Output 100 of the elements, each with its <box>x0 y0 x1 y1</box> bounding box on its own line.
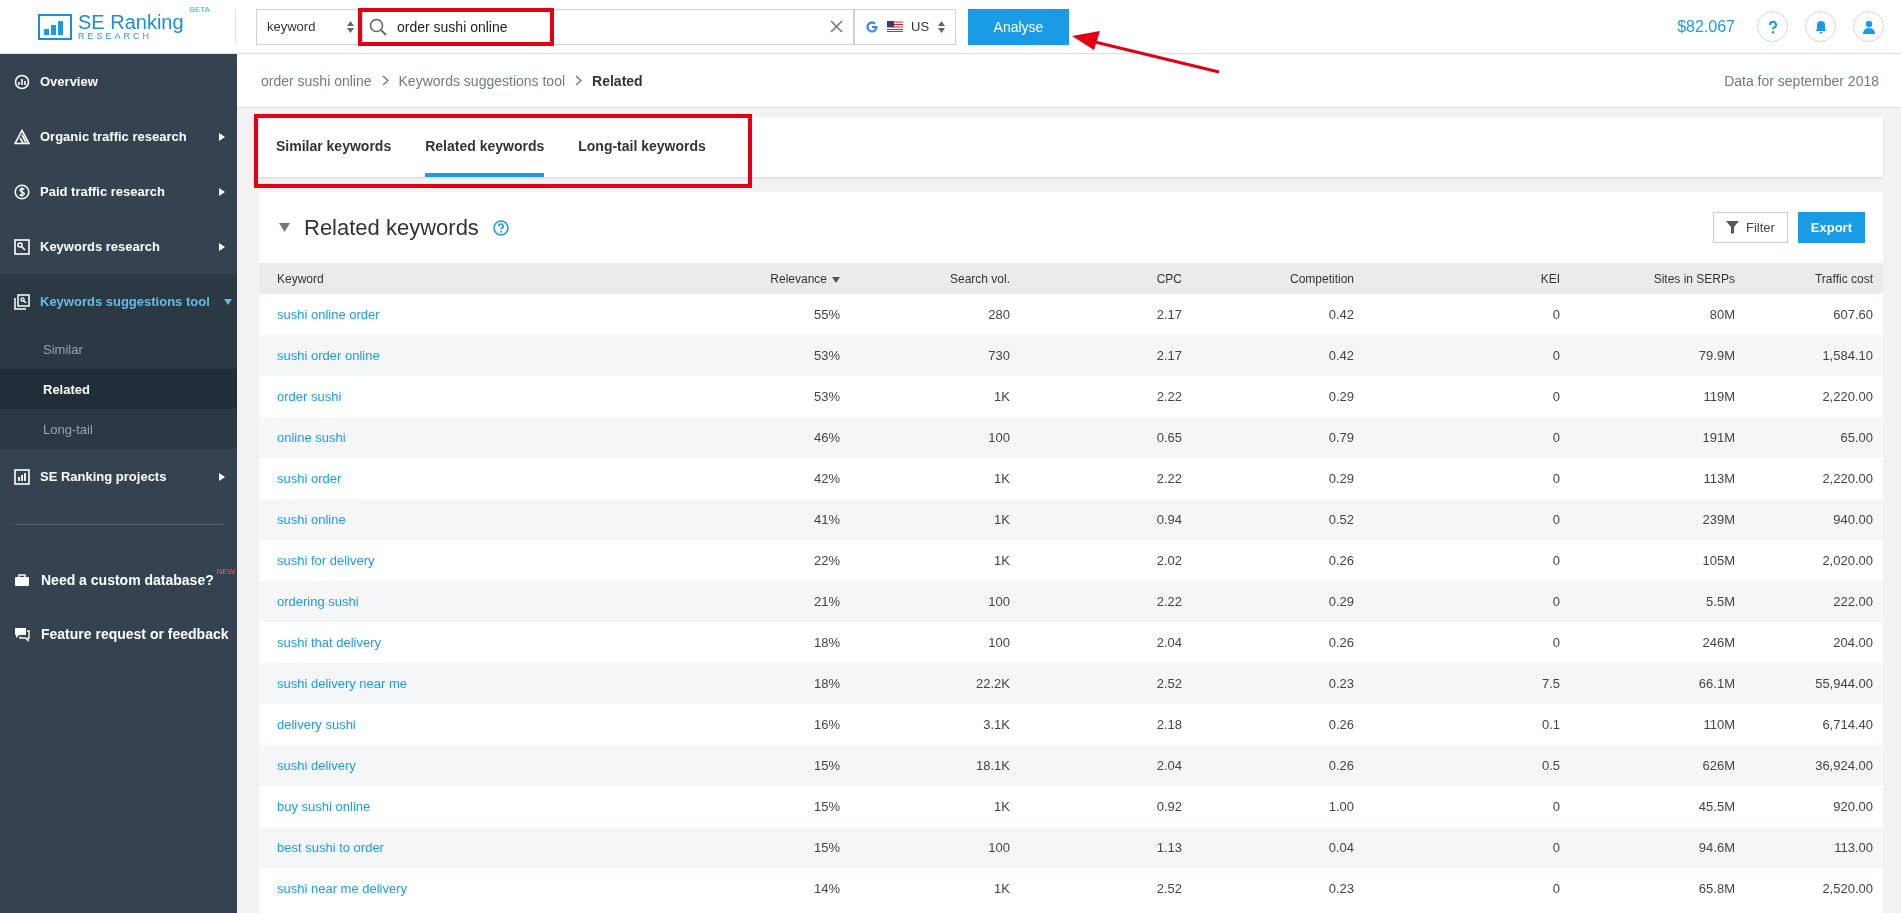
table-cell: 15% <box>709 786 850 827</box>
table-cell: 66.1M <box>1570 663 1745 704</box>
updown-arrows-icon <box>347 20 354 33</box>
column-header[interactable]: CPC <box>1020 263 1192 294</box>
tab[interactable]: Related keywords <box>425 118 545 177</box>
table-cell: 1K <box>850 499 1020 540</box>
table-cell: 0.29 <box>1192 376 1364 417</box>
table-cell: 0.1 <box>1364 704 1570 745</box>
table-cell: 0.26 <box>1192 540 1364 581</box>
data-date: Data for september 2018 <box>1724 72 1879 89</box>
sidebar-item[interactable]: Organic traffic research <box>0 109 237 164</box>
table-cell: 920.00 <box>1745 786 1883 827</box>
table-cell: 2,220.00 <box>1745 458 1883 499</box>
table-cell: 105M <box>1570 540 1745 581</box>
table-cell: 2,020.00 <box>1745 540 1883 581</box>
sort-icon <box>832 276 840 283</box>
sidebar-item[interactable]: Overview <box>0 54 237 109</box>
notifications-button[interactable] <box>1805 11 1836 42</box>
column-header[interactable]: Traffic cost <box>1745 263 1883 294</box>
table-cell: 0.42 <box>1192 294 1364 335</box>
table-cell: 0 <box>1364 622 1570 663</box>
table-cell: 2.52 <box>1020 663 1192 704</box>
column-header[interactable]: Keyword <box>259 263 709 294</box>
table-cell: 0.42 <box>1192 335 1364 376</box>
table-cell: 36,924.00 <box>1745 745 1883 786</box>
table-cell: 2.02 <box>1020 540 1192 581</box>
table-cell: 1K <box>850 868 1020 909</box>
table-cell: 0.26 <box>1192 745 1364 786</box>
column-header[interactable]: Relevance <box>709 263 850 294</box>
table-cell: 21% <box>709 581 850 622</box>
logo-icon <box>38 13 72 40</box>
table-cell: 53% <box>709 376 850 417</box>
table-cell: 1K <box>850 376 1020 417</box>
tab[interactable]: Long-tail keywords <box>578 118 706 177</box>
table-cell: 15% <box>709 827 850 868</box>
column-header[interactable]: Competition <box>1192 263 1364 294</box>
table-cell: 6,714.40 <box>1745 704 1883 745</box>
collapse-icon[interactable] <box>279 223 290 232</box>
table-cell: 0.26 <box>1192 704 1364 745</box>
sidebar-item[interactable]: Paid traffic research <box>0 164 237 219</box>
filter-button[interactable]: Filter <box>1712 212 1788 243</box>
country-select[interactable]: US <box>854 8 956 45</box>
table-cell: 730 <box>850 335 1020 376</box>
breadcrumb-item[interactable]: order sushi online <box>261 72 372 89</box>
new-label: NEW <box>216 567 236 576</box>
bar-chart-icon <box>14 468 30 485</box>
table-cell: 55% <box>709 294 850 335</box>
flag-icon <box>887 21 903 32</box>
sidebar-subitem[interactable]: Long-tail <box>0 409 237 449</box>
profile-button[interactable] <box>1853 11 1884 42</box>
help-button[interactable] <box>1757 11 1788 42</box>
table-cell: 2.04 <box>1020 622 1192 663</box>
sidebar-item[interactable]: Keywords suggestions tool <box>0 274 237 329</box>
table-cell: 46% <box>709 417 850 458</box>
triangle-icon <box>14 128 30 145</box>
sidebar-subitem[interactable]: Similar <box>0 329 237 369</box>
table-cell: 280 <box>850 294 1020 335</box>
table-cell: 0.26 <box>1192 622 1364 663</box>
table-cell: 1,584.10 <box>1745 335 1883 376</box>
table-cell: 1K <box>850 458 1020 499</box>
table-cell: 113M <box>1570 458 1745 499</box>
sidebar-item[interactable]: Keywords research <box>0 219 237 274</box>
table-cell: 113.00 <box>1745 827 1883 868</box>
column-header[interactable]: Search vol. <box>850 263 1020 294</box>
breadcrumb-item: Related <box>592 72 643 89</box>
close-icon[interactable] <box>830 20 843 33</box>
dollar-icon <box>14 183 30 200</box>
table-cell: 119M <box>1570 376 1745 417</box>
table-cell: 2.17 <box>1020 294 1192 335</box>
logo-subtitle: RESEARCH <box>78 32 152 41</box>
table-cell: 55,944.00 <box>1745 663 1883 704</box>
table-cell: 100 <box>850 581 1020 622</box>
table-cell: 100 <box>850 827 1020 868</box>
search-icon <box>369 17 387 36</box>
table-cell: 0 <box>1364 868 1570 909</box>
table-cell: 22% <box>709 540 850 581</box>
table-cell: 0.23 <box>1192 868 1364 909</box>
sidebar-link[interactable]: Need a custom database? NEW <box>0 553 237 607</box>
tab[interactable]: Similar keywords <box>276 118 392 177</box>
pages-icon <box>14 293 30 310</box>
column-header[interactable]: Sites in SERPs <box>1570 263 1745 294</box>
help-icon[interactable] <box>492 219 509 236</box>
table-cell: 14% <box>709 868 850 909</box>
table-cell: 0 <box>1364 335 1570 376</box>
table-cell: 65.00 <box>1745 417 1883 458</box>
table-cell: 0 <box>1364 294 1570 335</box>
table-cell: 0.29 <box>1192 581 1364 622</box>
table-cell: 0.52 <box>1192 499 1364 540</box>
column-header[interactable]: KEI <box>1364 263 1570 294</box>
user-icon <box>1861 19 1876 34</box>
sidebar-link[interactable]: Feature request or feedback <box>0 607 237 661</box>
table-cell: 5.5M <box>1570 581 1745 622</box>
briefcase-icon <box>14 572 30 588</box>
breadcrumb-item[interactable]: Keywords suggestions tool <box>398 72 566 89</box>
table-cell: 2.22 <box>1020 581 1192 622</box>
table-cell: 0 <box>1364 499 1570 540</box>
sidebar-subitem[interactable]: Related <box>0 369 237 409</box>
sidebar-item[interactable]: SE Ranking projects <box>0 449 237 504</box>
search-type-select[interactable]: keyword <box>256 8 363 45</box>
table-cell: 607.60 <box>1745 294 1883 335</box>
